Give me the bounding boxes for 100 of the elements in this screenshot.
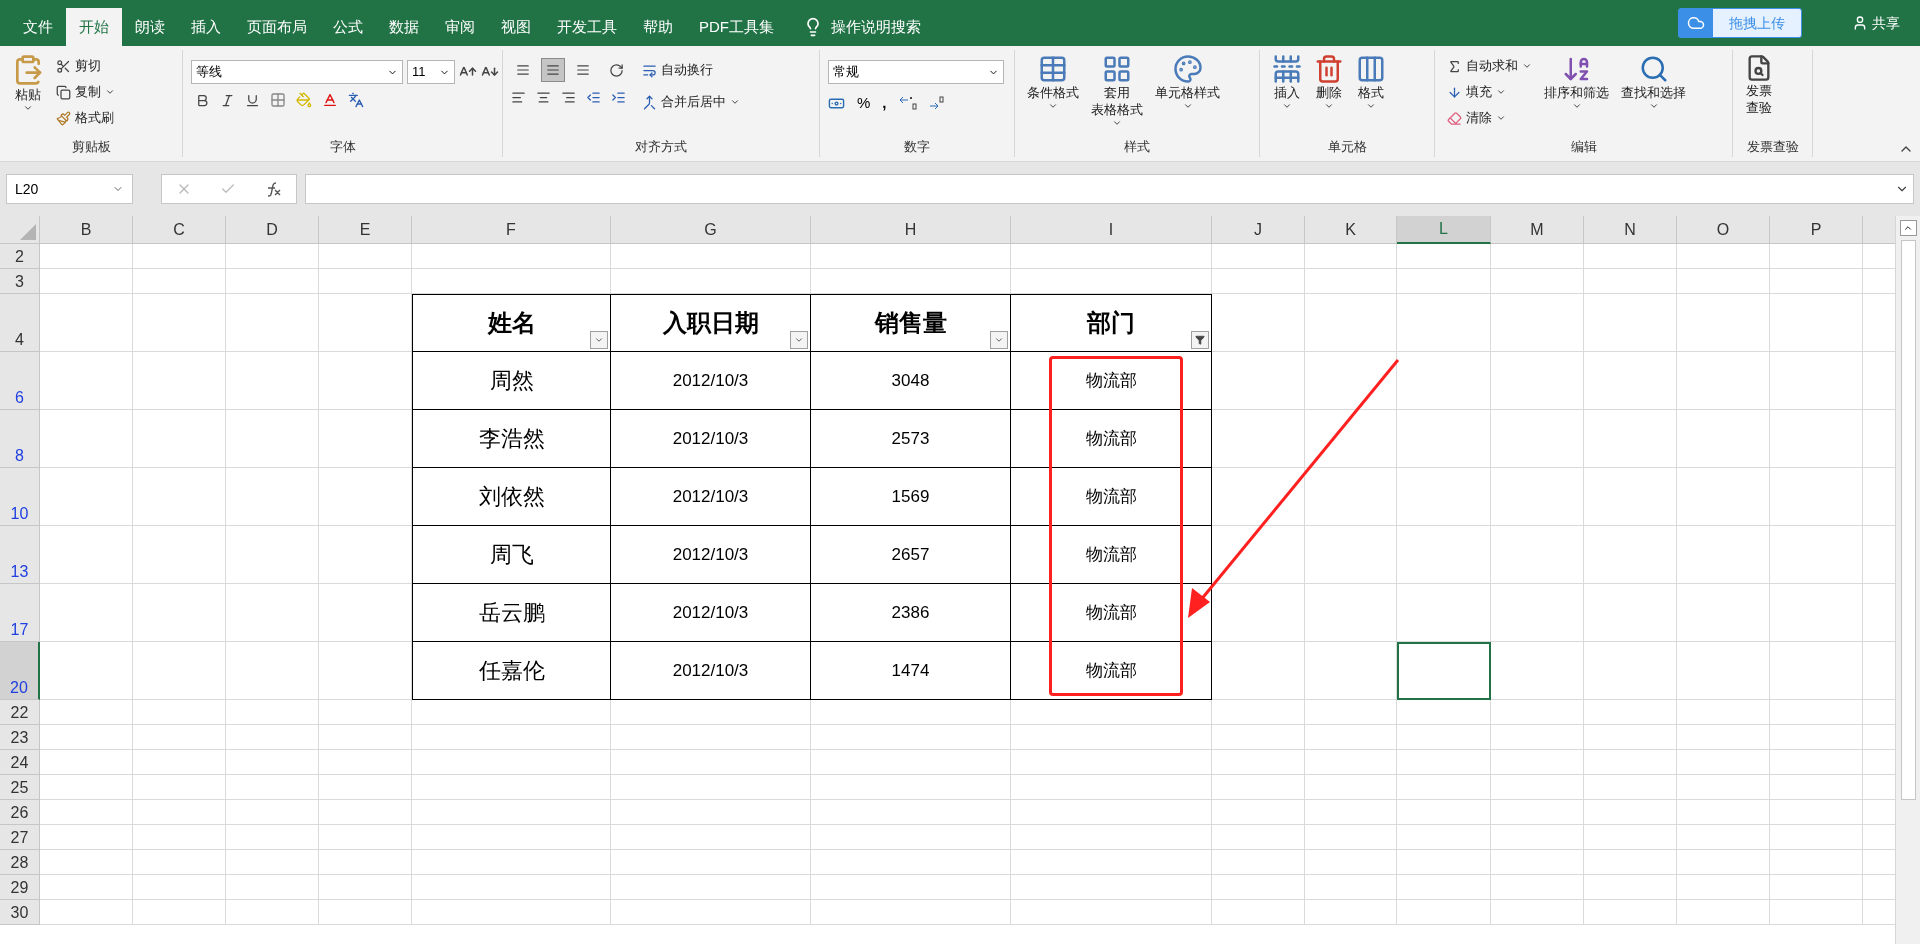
- grid-cell[interactable]: [1305, 410, 1397, 468]
- grid-cell[interactable]: [40, 584, 133, 642]
- grid-cell[interactable]: [1677, 294, 1770, 352]
- cell-styles-button[interactable]: 单元格样式: [1151, 50, 1224, 137]
- column-header[interactable]: D: [226, 216, 319, 244]
- grid-cell[interactable]: [40, 468, 133, 526]
- grid-cell[interactable]: [1397, 900, 1491, 925]
- grid-cell[interactable]: [1212, 468, 1305, 526]
- grid-cell[interactable]: [811, 775, 1011, 800]
- italic-icon[interactable]: [220, 92, 235, 108]
- grid-cell[interactable]: [1677, 700, 1770, 725]
- column-header[interactable]: J: [1212, 216, 1305, 244]
- grid-cell[interactable]: [319, 775, 412, 800]
- grid-cell[interactable]: [133, 700, 226, 725]
- column-header[interactable]: C: [133, 216, 226, 244]
- share-button[interactable]: 共享: [1852, 12, 1900, 34]
- grid-cell[interactable]: [1770, 900, 1863, 925]
- grid-cell[interactable]: [133, 352, 226, 410]
- paste-button[interactable]: 粘贴: [8, 50, 48, 137]
- grid-cell[interactable]: [1491, 825, 1584, 850]
- grid-cell[interactable]: [412, 750, 611, 775]
- grid-cell[interactable]: [1011, 750, 1212, 775]
- grid-cell[interactable]: [1491, 352, 1584, 410]
- grid-cell[interactable]: [1305, 725, 1397, 750]
- grid-cell[interactable]: [133, 244, 226, 269]
- grid-cell[interactable]: [1770, 850, 1863, 875]
- selected-cell[interactable]: [1397, 642, 1491, 700]
- grid-cell[interactable]: [611, 750, 811, 775]
- cut-button[interactable]: 剪切: [52, 54, 119, 78]
- grid-cell[interactable]: [1212, 294, 1305, 352]
- grid-cell[interactable]: [319, 269, 412, 294]
- grid-cell[interactable]: [1677, 584, 1770, 642]
- grid-cell[interactable]: [1397, 825, 1491, 850]
- grid-cell[interactable]: [319, 584, 412, 642]
- comma-button[interactable]: ,: [882, 92, 887, 115]
- grid-cell[interactable]: [611, 800, 811, 825]
- grid-cell[interactable]: [811, 800, 1011, 825]
- align-left-icon[interactable]: [511, 90, 526, 105]
- column-header[interactable]: H: [811, 216, 1011, 244]
- grid-cell[interactable]: [1584, 294, 1677, 352]
- ribbon-tab[interactable]: 帮助: [630, 8, 686, 46]
- grid-cell[interactable]: [226, 642, 319, 700]
- grid-cell[interactable]: [611, 725, 811, 750]
- row-header[interactable]: 10: [0, 468, 40, 526]
- grid-cell[interactable]: [811, 700, 1011, 725]
- row-header[interactable]: 17: [0, 584, 40, 642]
- grid-cell[interactable]: [1584, 725, 1677, 750]
- grid-cell[interactable]: [1305, 825, 1397, 850]
- grid-cell[interactable]: [1397, 800, 1491, 825]
- format-as-table-button[interactable]: 套用 表格格式: [1087, 50, 1147, 137]
- row-header[interactable]: 20: [0, 642, 40, 700]
- grid-cell[interactable]: [1011, 700, 1212, 725]
- grid-cell[interactable]: [40, 642, 133, 700]
- grid-cell[interactable]: [412, 850, 611, 875]
- grid-cell[interactable]: [1011, 875, 1212, 900]
- grid-cell[interactable]: [811, 269, 1011, 294]
- grid-cell[interactable]: [1491, 800, 1584, 825]
- grid-cell[interactable]: [1305, 269, 1397, 294]
- grid-cell[interactable]: [1305, 800, 1397, 825]
- tell-me-search[interactable]: 操作说明搜索: [831, 15, 921, 39]
- grid-cell[interactable]: [1770, 294, 1863, 352]
- grid-cell[interactable]: [226, 825, 319, 850]
- grid-cell[interactable]: [319, 526, 412, 584]
- grid-cell[interactable]: [133, 900, 226, 925]
- grid-cell[interactable]: [40, 775, 133, 800]
- column-header[interactable]: E: [319, 216, 412, 244]
- grid-cell[interactable]: [40, 725, 133, 750]
- grid-cell[interactable]: [133, 850, 226, 875]
- grid-cell[interactable]: [1305, 850, 1397, 875]
- grid-cell[interactable]: [611, 775, 811, 800]
- grid-cell[interactable]: [1770, 244, 1863, 269]
- column-header[interactable]: L: [1397, 216, 1491, 244]
- grid-cell[interactable]: [226, 850, 319, 875]
- align-center-icon[interactable]: [536, 90, 551, 105]
- grid-cell[interactable]: [1305, 468, 1397, 526]
- grid-cell[interactable]: [1305, 900, 1397, 925]
- grid-cell[interactable]: [1397, 750, 1491, 775]
- grid-cell[interactable]: [1491, 468, 1584, 526]
- grid-cell[interactable]: [1584, 269, 1677, 294]
- grid-cell[interactable]: [1770, 750, 1863, 775]
- grid-cell[interactable]: [1491, 642, 1584, 700]
- grid-cell[interactable]: [319, 468, 412, 526]
- grid-cell[interactable]: [226, 526, 319, 584]
- grid-cell[interactable]: [611, 875, 811, 900]
- grid-cell[interactable]: [1397, 468, 1491, 526]
- grid-cell[interactable]: [319, 850, 412, 875]
- grid-cell[interactable]: [319, 294, 412, 352]
- vertical-align-button[interactable]: [541, 58, 565, 82]
- grid-cell[interactable]: [1212, 750, 1305, 775]
- row-header[interactable]: 22: [0, 700, 40, 725]
- grid-cell[interactable]: [611, 825, 811, 850]
- grid-cell[interactable]: [1770, 725, 1863, 750]
- grid-cell[interactable]: [40, 875, 133, 900]
- grid-cell[interactable]: [133, 725, 226, 750]
- grid-cell[interactable]: [133, 750, 226, 775]
- grid-cell[interactable]: [1397, 725, 1491, 750]
- grid-cell[interactable]: [40, 352, 133, 410]
- grid-cell[interactable]: [1584, 900, 1677, 925]
- font-color-icon[interactable]: [322, 92, 338, 108]
- grid-cell[interactable]: [1212, 850, 1305, 875]
